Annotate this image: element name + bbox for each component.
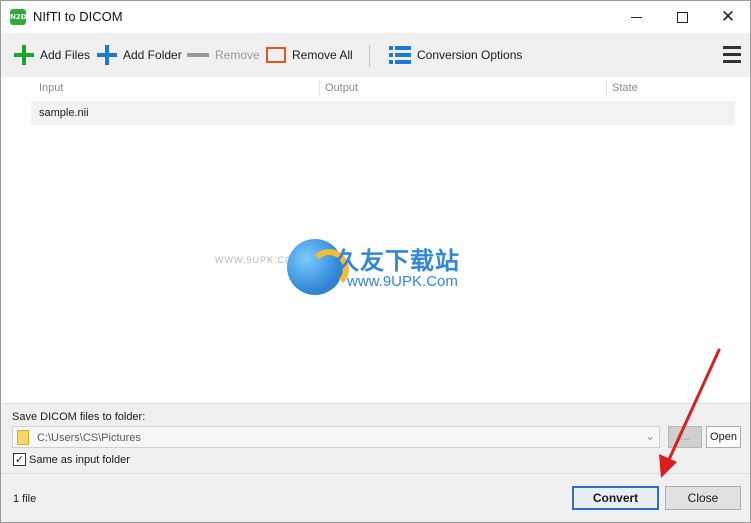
maximize-button[interactable] xyxy=(659,1,705,33)
watermark: WWW.9UPK.COM 久友下载站 www.9UPK.Com xyxy=(215,233,481,301)
remove-all-button[interactable]: Remove All xyxy=(266,43,353,67)
column-header-input[interactable]: Input xyxy=(39,82,63,94)
output-folder-path: C:\Users\CS\Pictures xyxy=(37,432,141,444)
folder-icon xyxy=(17,430,29,445)
app-logo-icon: N2D xyxy=(10,9,27,25)
menu-hamburger-icon[interactable] xyxy=(723,46,741,64)
plus-icon xyxy=(14,45,34,65)
input-cell: sample.nii xyxy=(39,107,89,119)
convert-button[interactable]: Convert xyxy=(572,486,659,510)
column-header-output[interactable]: Output xyxy=(325,82,358,94)
column-header-state[interactable]: State xyxy=(612,82,638,94)
conversion-options-button[interactable]: Conversion Options xyxy=(389,43,522,67)
browse-button[interactable]: ... xyxy=(668,426,702,448)
close-window-button[interactable]: ✕ xyxy=(705,1,751,33)
toolbar-divider xyxy=(369,45,370,67)
remove-button[interactable]: Remove xyxy=(187,43,260,67)
minus-icon xyxy=(187,53,209,57)
remove-all-icon xyxy=(266,47,286,63)
file-count-label: 1 file xyxy=(13,493,37,505)
list-icon xyxy=(389,46,411,64)
save-folder-label: Save DICOM files to folder: xyxy=(12,411,146,423)
app-window: N2D NIfTI to DICOM ✕ Add Files Add Folde… xyxy=(0,0,751,523)
toolbar: Add Files Add Folder Remove Remove All C… xyxy=(1,33,750,77)
add-folder-label: Add Folder xyxy=(123,48,182,62)
output-folder-combobox[interactable]: C:\Users\CS\Pictures ⌄ xyxy=(12,426,660,448)
minimize-icon xyxy=(630,16,642,18)
status-bar: 1 file Convert Close xyxy=(1,473,750,522)
close-icon: ✕ xyxy=(720,6,736,27)
chevron-down-icon[interactable]: ⌄ xyxy=(645,429,655,443)
same-as-input-label[interactable]: Same as input folder xyxy=(29,454,130,466)
remove-label: Remove xyxy=(215,48,260,62)
conversion-options-label: Conversion Options xyxy=(417,48,523,62)
window-title: NIfTI to DICOM xyxy=(33,9,123,24)
table-row[interactable]: sample.nii xyxy=(31,101,735,125)
add-folder-button[interactable]: Add Folder xyxy=(97,43,182,67)
maximize-icon xyxy=(676,11,688,23)
open-button[interactable]: Open xyxy=(706,426,741,448)
watermark-url-text: www.9UPK.Com xyxy=(347,273,458,290)
minimize-button[interactable] xyxy=(613,1,659,33)
column-divider[interactable] xyxy=(319,81,320,96)
column-divider[interactable] xyxy=(606,81,607,96)
remove-all-label: Remove All xyxy=(292,48,353,62)
close-button[interactable]: Close xyxy=(665,486,741,510)
add-files-button[interactable]: Add Files xyxy=(14,43,90,67)
watermark-chinese-text: 久友下载站 xyxy=(335,247,460,275)
same-as-input-checkbox[interactable]: ✓ xyxy=(13,453,26,466)
output-panel: Save DICOM files to folder: C:\Users\CS\… xyxy=(1,403,750,473)
title-bar: N2D NIfTI to DICOM ✕ xyxy=(1,1,750,33)
plus-icon xyxy=(97,45,117,65)
add-files-label: Add Files xyxy=(40,48,91,62)
